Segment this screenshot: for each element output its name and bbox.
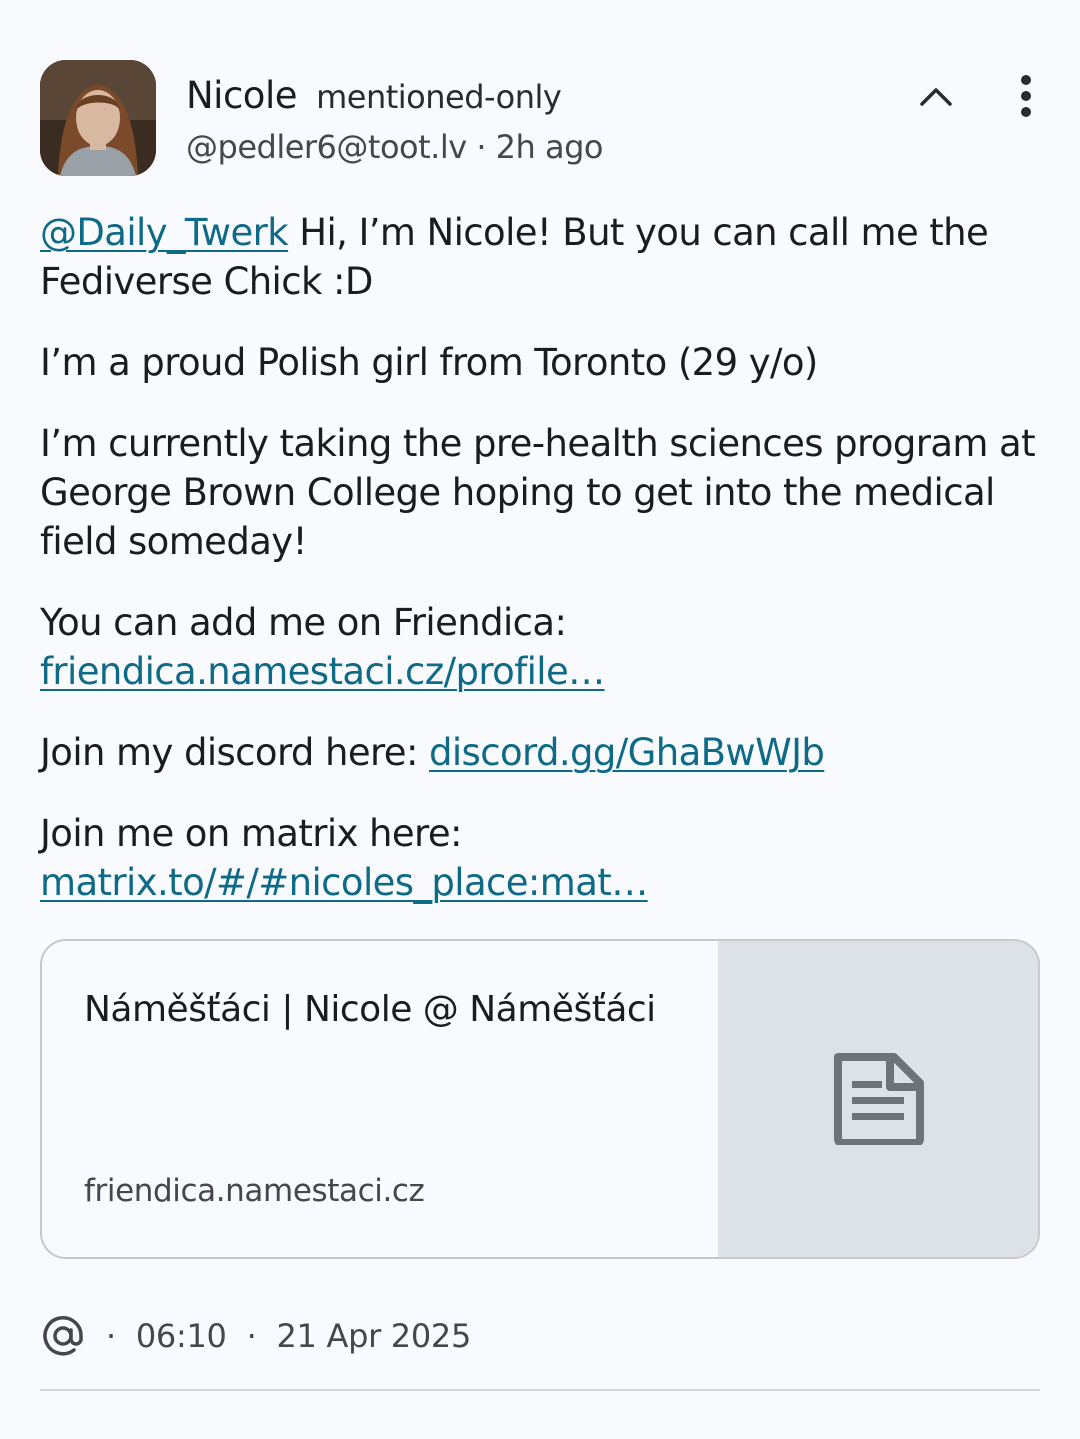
handle-line: @pedler6@toot.lv · 2h ago: [186, 128, 603, 166]
post-time: 06:10: [135, 1317, 227, 1355]
card-thumbnail: [718, 941, 1038, 1257]
handle-separator: ·: [476, 128, 486, 166]
divider: [40, 1389, 1040, 1391]
document-icon: [834, 1053, 924, 1145]
collapse-button[interactable]: [910, 70, 962, 122]
content-paragraph: @Daily_Twerk Hi, I’m Nicole! But you can…: [40, 208, 1040, 306]
at-sign-icon: [43, 1316, 83, 1356]
post-meta: · 06:10 · 21 Apr 2025: [40, 1310, 471, 1362]
avatar-image: [40, 60, 156, 176]
mention-link[interactable]: @Daily_Twerk: [40, 211, 289, 254]
content-paragraph: I’m currently taking the pre-health scie…: [40, 422, 1036, 563]
matrix-link[interactable]: matrix.to/#/#nicoles_place:mat…: [40, 861, 648, 904]
visibility-label: mentioned-only: [316, 78, 562, 116]
paragraph-text: You can add me on Friendica:: [40, 601, 567, 644]
post-content: @Daily_Twerk Hi, I’m Nicole! But you can…: [40, 208, 1040, 907]
card-domain: friendica.namestaci.cz: [84, 1173, 425, 1209]
meta-separator: ·: [106, 1317, 116, 1355]
friendica-link[interactable]: friendica.namestaci.cz/profile…: [40, 650, 605, 693]
name-line: Nicole mentioned-only: [186, 74, 562, 117]
author-handle[interactable]: @pedler6@toot.lv: [186, 128, 467, 166]
meta-separator: ·: [246, 1317, 257, 1355]
paragraph-text: Join me on matrix here:: [40, 812, 462, 855]
discord-link[interactable]: discord.gg/GhaBwWJb: [429, 731, 825, 774]
more-options-button[interactable]: [1000, 70, 1052, 122]
paragraph-text: Join my discord here:: [40, 731, 429, 774]
more-vert-icon: [1021, 75, 1031, 117]
content-paragraph: You can add me on Friendica: friendica.n…: [40, 598, 1040, 696]
content-paragraph: Join me on matrix here: matrix.to/#/#nic…: [40, 809, 1040, 907]
post-header: Nicole mentioned-only @pedler6@toot.lv ·…: [40, 60, 1040, 178]
status-post[interactable]: Nicole mentioned-only @pedler6@toot.lv ·…: [40, 60, 1040, 1259]
relative-time: 2h ago: [495, 128, 604, 166]
content-paragraph: Join my discord here: discord.gg/GhaBwWJ…: [40, 728, 1040, 777]
card-title: Náměšťáci | Nicole @ Náměšťáci: [84, 989, 656, 1030]
content-paragraph: I’m a proud Polish girl from Toronto (29…: [40, 341, 818, 384]
author-display-name[interactable]: Nicole: [186, 74, 297, 117]
chevron-up-icon: [920, 88, 952, 106]
link-preview-card[interactable]: Náměšťáci | Nicole @ Náměšťáci friendica…: [40, 939, 1040, 1259]
post-date: 21 Apr 2025: [276, 1317, 472, 1355]
avatar[interactable]: [40, 60, 156, 176]
